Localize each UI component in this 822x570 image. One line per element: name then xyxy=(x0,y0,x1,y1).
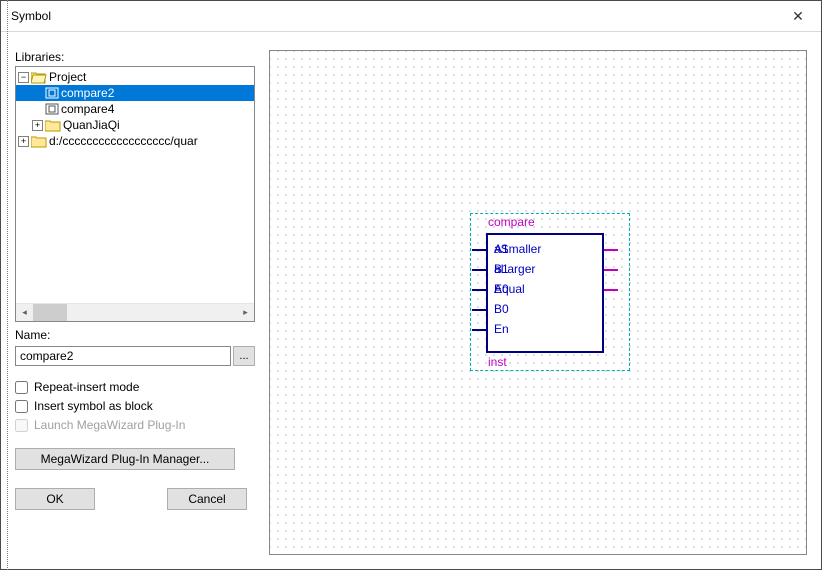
pin-stub xyxy=(472,309,486,311)
tree-item-project[interactable]: − Project xyxy=(16,69,254,85)
tree-item-quanjiaqi[interactable]: + QuanJiaQi xyxy=(16,117,254,133)
pin-stub xyxy=(472,329,486,331)
checkbox-input[interactable] xyxy=(15,400,28,413)
preview-canvas[interactable]: compare inst A1 B1 A0 B0 En aSmaller aLa… xyxy=(269,50,807,555)
expander-plus-icon[interactable]: + xyxy=(32,120,43,131)
symbol-file-icon xyxy=(45,103,59,116)
symbol-instance-name: inst xyxy=(488,355,507,369)
tree-item-label: QuanJiaQi xyxy=(63,118,120,132)
checkbox-label: Repeat-insert mode xyxy=(34,380,139,394)
expander-plus-icon[interactable]: + xyxy=(18,136,29,147)
ok-button[interactable]: OK xyxy=(15,488,95,510)
libraries-label: Libraries: xyxy=(15,50,255,64)
pin-stub xyxy=(604,269,618,271)
dialog-buttons: OK Cancel xyxy=(15,488,255,510)
name-input[interactable] xyxy=(15,346,231,366)
tree-item-label: d:/cccccccccccccccccc/quar xyxy=(49,134,198,148)
tree-item-label: Project xyxy=(49,70,86,84)
tree-item-label: compare4 xyxy=(61,102,114,116)
launch-megawizard-checkbox: Launch MegaWizard Plug-In xyxy=(15,418,255,432)
checkbox-input xyxy=(15,419,28,432)
tree-spacer xyxy=(32,104,43,115)
pin-stub xyxy=(472,269,486,271)
symbol-dialog: Symbol ✕ Libraries: − Project xyxy=(0,0,822,570)
pin-stub xyxy=(472,249,486,251)
tree-body: − Project compare2 xyxy=(16,67,254,303)
pin-equal: Equal xyxy=(488,281,602,297)
titlebar[interactable]: Symbol ✕ xyxy=(1,1,821,32)
megawizard-manager-button[interactable]: MegaWizard Plug-In Manager... xyxy=(15,448,235,470)
tree-item-compare2[interactable]: compare2 xyxy=(16,85,254,101)
pin-asmaller: aSmaller xyxy=(488,241,602,257)
scroll-right-button[interactable]: ▸ xyxy=(237,304,254,321)
tree-item-compare4[interactable]: compare4 xyxy=(16,101,254,117)
close-icon: ✕ xyxy=(792,8,804,25)
symbol-preview: compare inst A1 B1 A0 B0 En aSmaller aLa… xyxy=(470,213,630,371)
checks-group: Repeat-insert mode Insert symbol as bloc… xyxy=(15,380,255,432)
symbol-title: compare xyxy=(488,215,535,229)
window-title: Symbol xyxy=(11,9,775,23)
symbol-file-icon xyxy=(45,87,59,100)
repeat-insert-checkbox[interactable]: Repeat-insert mode xyxy=(15,380,255,394)
tree-item-label: compare2 xyxy=(61,86,114,100)
libraries-tree[interactable]: − Project compare2 xyxy=(15,66,255,322)
insert-as-block-checkbox[interactable]: Insert symbol as block xyxy=(15,399,255,413)
checkbox-label: Launch MegaWizard Plug-In xyxy=(34,418,185,432)
tree-horizontal-scrollbar[interactable]: ◂ ▸ xyxy=(16,303,254,321)
pin-stub xyxy=(604,249,618,251)
checkbox-label: Insert symbol as block xyxy=(34,399,153,413)
checkbox-input[interactable] xyxy=(15,381,28,394)
tree-item-external-path[interactable]: + d:/cccccccccccccccccc/quar xyxy=(16,133,254,149)
pin-b0: B0 xyxy=(488,301,515,317)
symbol-body: A1 B1 A0 B0 En aSmaller aLarger Equal xyxy=(486,233,604,353)
close-button[interactable]: ✕ xyxy=(775,1,821,31)
folder-icon xyxy=(31,135,47,148)
tree-spacer xyxy=(32,88,43,99)
pin-en: En xyxy=(488,321,515,337)
pin-stub xyxy=(604,289,618,291)
browse-button[interactable]: ... xyxy=(233,346,255,366)
scroll-left-button[interactable]: ◂ xyxy=(16,304,33,321)
folder-icon xyxy=(45,119,61,132)
pin-alarger: aLarger xyxy=(488,261,602,277)
folder-open-icon xyxy=(31,71,47,84)
name-label: Name: xyxy=(15,328,255,342)
name-input-row: ... xyxy=(15,346,255,366)
pin-stub xyxy=(472,289,486,291)
left-panel: Libraries: − Project xyxy=(15,50,255,555)
dialog-content: Libraries: − Project xyxy=(1,32,821,569)
expander-minus-icon[interactable]: − xyxy=(18,72,29,83)
scroll-track[interactable] xyxy=(33,304,237,321)
scroll-thumb[interactable] xyxy=(33,304,67,321)
cancel-button[interactable]: Cancel xyxy=(167,488,247,510)
